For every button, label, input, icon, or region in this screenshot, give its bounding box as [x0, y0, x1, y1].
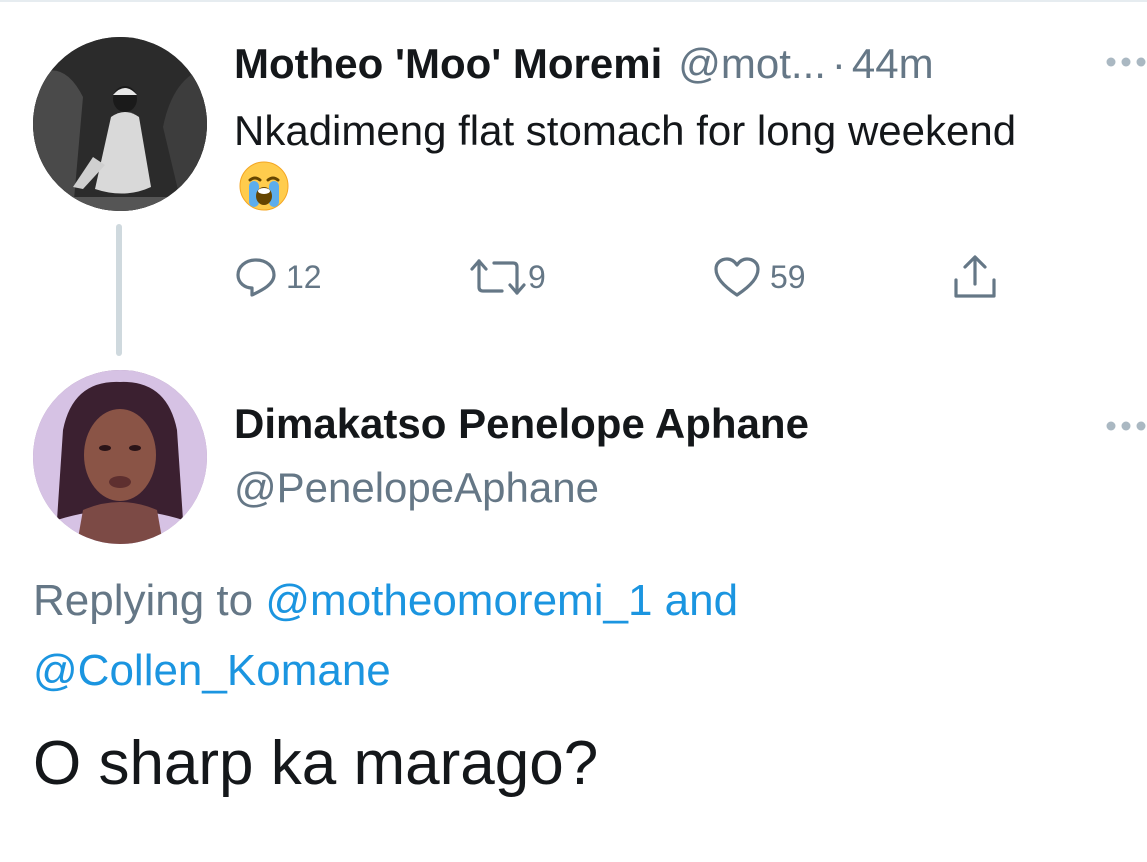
loudly-crying-face-icon: [239, 161, 289, 211]
parent-timestamp[interactable]: 44m: [852, 40, 934, 88]
more-options-icon[interactable]: [1106, 56, 1146, 68]
reply-icon[interactable]: [234, 255, 278, 299]
reply-tweet-text: O sharp ka marago?: [33, 729, 599, 798]
replying-to-line: Replying to @motheomoremi_1 and @Collen_…: [33, 566, 1113, 706]
avatar-parent-user[interactable]: [33, 37, 207, 211]
retweet-icon[interactable]: [468, 255, 528, 299]
parent-tweet-body: Nkadimeng flat stomach for long weekend: [234, 107, 1017, 154]
reply-count: 12: [286, 258, 322, 295]
share-icon[interactable]: [950, 252, 1000, 302]
avatar-photo: [33, 370, 207, 544]
like-action[interactable]: 59: [712, 252, 806, 302]
replying-prefix: Replying to: [33, 576, 254, 625]
reply-display-name[interactable]: Dimakatso Penelope Aphane: [234, 400, 809, 448]
mention-motheomoremi-link[interactable]: @motheomoremi_1: [265, 576, 652, 625]
reply-more-options-icon[interactable]: [1106, 420, 1146, 432]
reply-handle[interactable]: @PenelopeAphane: [234, 464, 599, 512]
mention-collen-link[interactable]: @Collen_Komane: [33, 646, 391, 695]
parent-handle[interactable]: @mot...: [678, 40, 826, 88]
share-action[interactable]: [950, 252, 1000, 302]
retweet-count: 9: [528, 258, 546, 295]
parent-tweet-header: Motheo 'Moo' Moremi @mot... · 44m: [234, 38, 934, 90]
like-count: 59: [770, 258, 806, 295]
retweet-action[interactable]: 9: [468, 252, 546, 302]
parent-tweet-text: Nkadimeng flat stomach for long weekend: [234, 102, 1034, 219]
mention-joiner: and: [664, 576, 739, 625]
heart-icon[interactable]: [712, 255, 762, 299]
header-separator: ·: [831, 40, 846, 87]
reply-action[interactable]: 12: [234, 252, 322, 302]
top-divider: [0, 0, 1147, 2]
avatar-reply-user[interactable]: [33, 370, 207, 544]
parent-display-name[interactable]: Motheo 'Moo' Moremi: [234, 40, 662, 88]
thread-connector-line: [116, 224, 122, 356]
avatar-photo: [33, 37, 207, 211]
